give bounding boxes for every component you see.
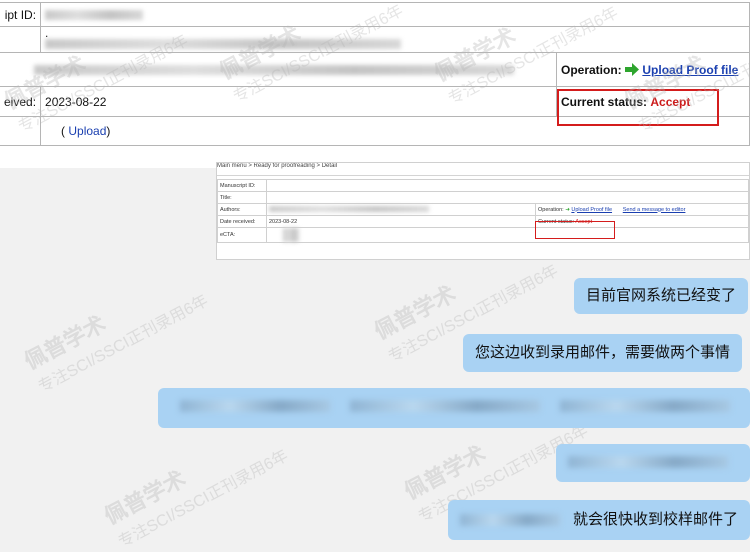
chat-message: 目前官网系统已经变了	[574, 278, 749, 314]
operation-label: Operation:	[561, 62, 622, 77]
watermark: 佩普学术 专注SCI/SSCI正刊录用6年	[20, 292, 211, 397]
embedded-screenshot: Main menu > Ready for proofreading > Det…	[216, 162, 750, 260]
chat-message-redacted	[556, 444, 750, 482]
manuscript-id-value	[40, 2, 750, 27]
operation-cell: Operation: Upload Proof file	[556, 52, 750, 87]
chat-message: 就会很快收到校样邮件了	[448, 500, 750, 540]
watermark: 佩普学术 专注SCI/SSCI正刊录用6年	[100, 447, 291, 552]
upload-ecta-link[interactable]: Upload	[68, 124, 106, 138]
mini-upload-proof-link[interactable]: Upload Proof file	[571, 207, 612, 213]
chat-message: 您这边收到录用邮件，需要做两个事情	[463, 334, 743, 372]
manuscript-id-label: ipt ID:	[0, 2, 42, 27]
date-received-label: eived:	[0, 86, 42, 117]
green-arrow-icon: ➜	[565, 206, 570, 213]
authors-value	[0, 52, 557, 87]
mini-send-message-link[interactable]: Send a message to editor	[623, 207, 686, 213]
mini-status-highlight-box	[535, 221, 615, 239]
upload-proof-link[interactable]: Upload Proof file	[642, 63, 738, 77]
status-highlight-box	[557, 89, 719, 126]
chat-message-redacted	[158, 388, 750, 428]
title-value: .	[40, 26, 750, 53]
breadcrumb: Main menu > Ready for proofreading > Det…	[217, 163, 749, 176]
date-received-value: 2023-08-22	[40, 86, 557, 117]
mini-manuscript-table: Manuscript ID: Title: Authors: Operation…	[217, 179, 749, 243]
manuscript-detail-panel: ipt ID: . Operation: Upload Proof file e…	[0, 0, 750, 168]
green-arrow-icon	[625, 62, 640, 76]
